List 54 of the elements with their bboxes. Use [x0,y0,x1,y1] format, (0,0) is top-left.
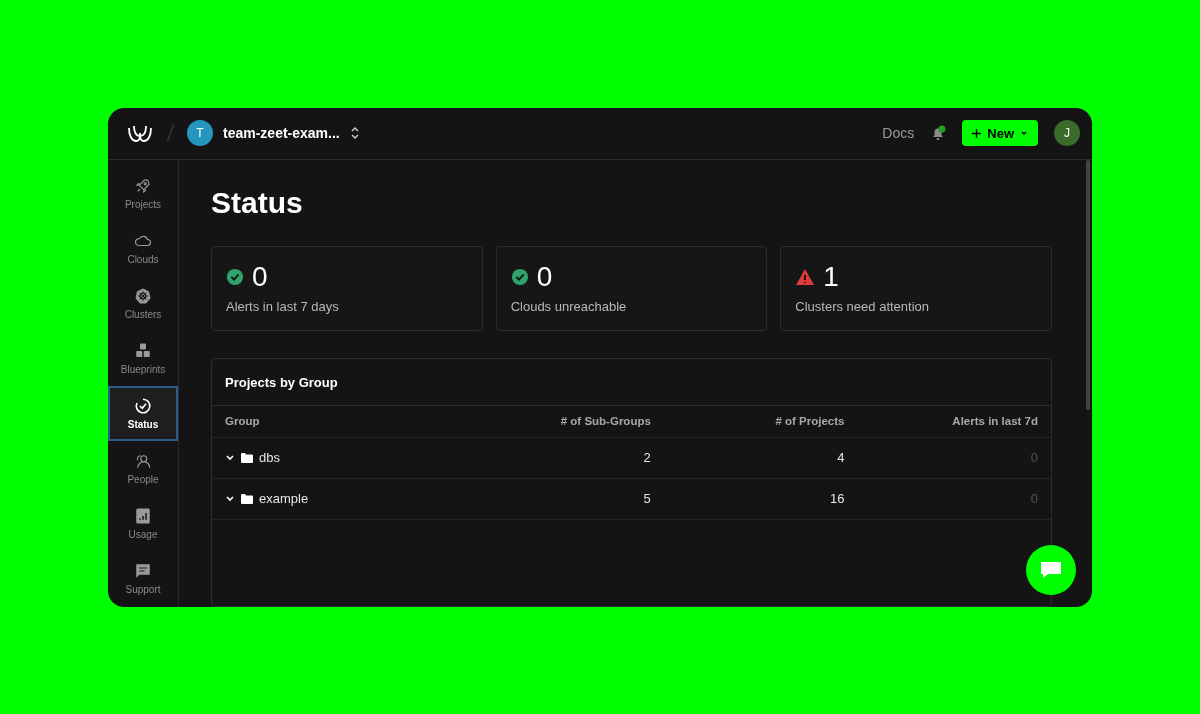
people-icon [134,452,152,471]
scrollbar[interactable] [1086,159,1090,410]
stat-label: Alerts in last 7 days [226,298,340,314]
sidebar-item[interactable]: Blueprints [108,330,178,386]
column-header: Group [225,415,261,427]
stat-value: 0 [536,260,553,293]
caret-icon [1020,130,1028,136]
table-cell-text: 0 [1029,450,1038,465]
status-check-icon [134,397,152,416]
table-cell-text: 4 [836,450,845,465]
table-cell-text: 2 [642,450,651,465]
cubes-icon [134,341,152,360]
sidebar-item[interactable]: Status [108,386,178,442]
chevron-up-down-icon[interactable] [349,126,360,140]
table-cell-text: 0 [1029,491,1038,506]
chevron-down-icon[interactable] [225,494,235,503]
team-name[interactable]: team-zeet-exam... [223,125,340,141]
helm-wheel-icon [134,286,152,305]
sidebar-item[interactable]: Projects [108,165,178,221]
user-avatar[interactable]: J [1054,120,1080,146]
bell-icon[interactable] [930,125,947,141]
table-cell: dbs [259,450,280,465]
chat-icon [1039,559,1063,580]
chevron-down-icon[interactable] [225,453,235,462]
chat-button[interactable] [1026,544,1076,595]
warning-icon [795,267,816,286]
chat-icon [134,562,152,581]
stat-value: 0 [252,260,268,293]
bar-chart-icon [134,507,152,526]
stat-label: Clouds unreachable [510,298,628,314]
check-circle-icon [510,267,529,286]
sidebar-item[interactable]: Support [108,551,178,607]
page-title: Status [211,185,304,220]
docs-link[interactable]: Docs [882,125,915,141]
plus-icon [972,128,982,138]
table-cell: example [259,491,309,506]
stat-label: Clusters need attention [795,298,931,314]
team-avatar[interactable]: T [187,120,213,146]
folder-icon [241,452,253,463]
sidebar-item[interactable]: Usage [108,496,178,552]
sidebar-item[interactable]: Clusters [108,275,178,331]
folder-icon [241,493,253,504]
panel-title: Projects by Group [225,374,338,390]
sidebar-item[interactable]: People [108,441,178,497]
rocket-icon [134,176,152,195]
check-circle-icon [226,267,244,286]
table-cell-text: 16 [828,491,845,506]
column-header: # of Projects [774,415,845,427]
sidebar-item[interactable]: Clouds [108,220,178,276]
new-button[interactable]: New [962,120,1038,146]
table-cell-text: 5 [642,491,651,506]
stat-value: 1 [823,260,839,293]
column-header: Alerts in last 7d [951,415,1038,427]
column-header: # of Sub-Groups [559,415,651,427]
